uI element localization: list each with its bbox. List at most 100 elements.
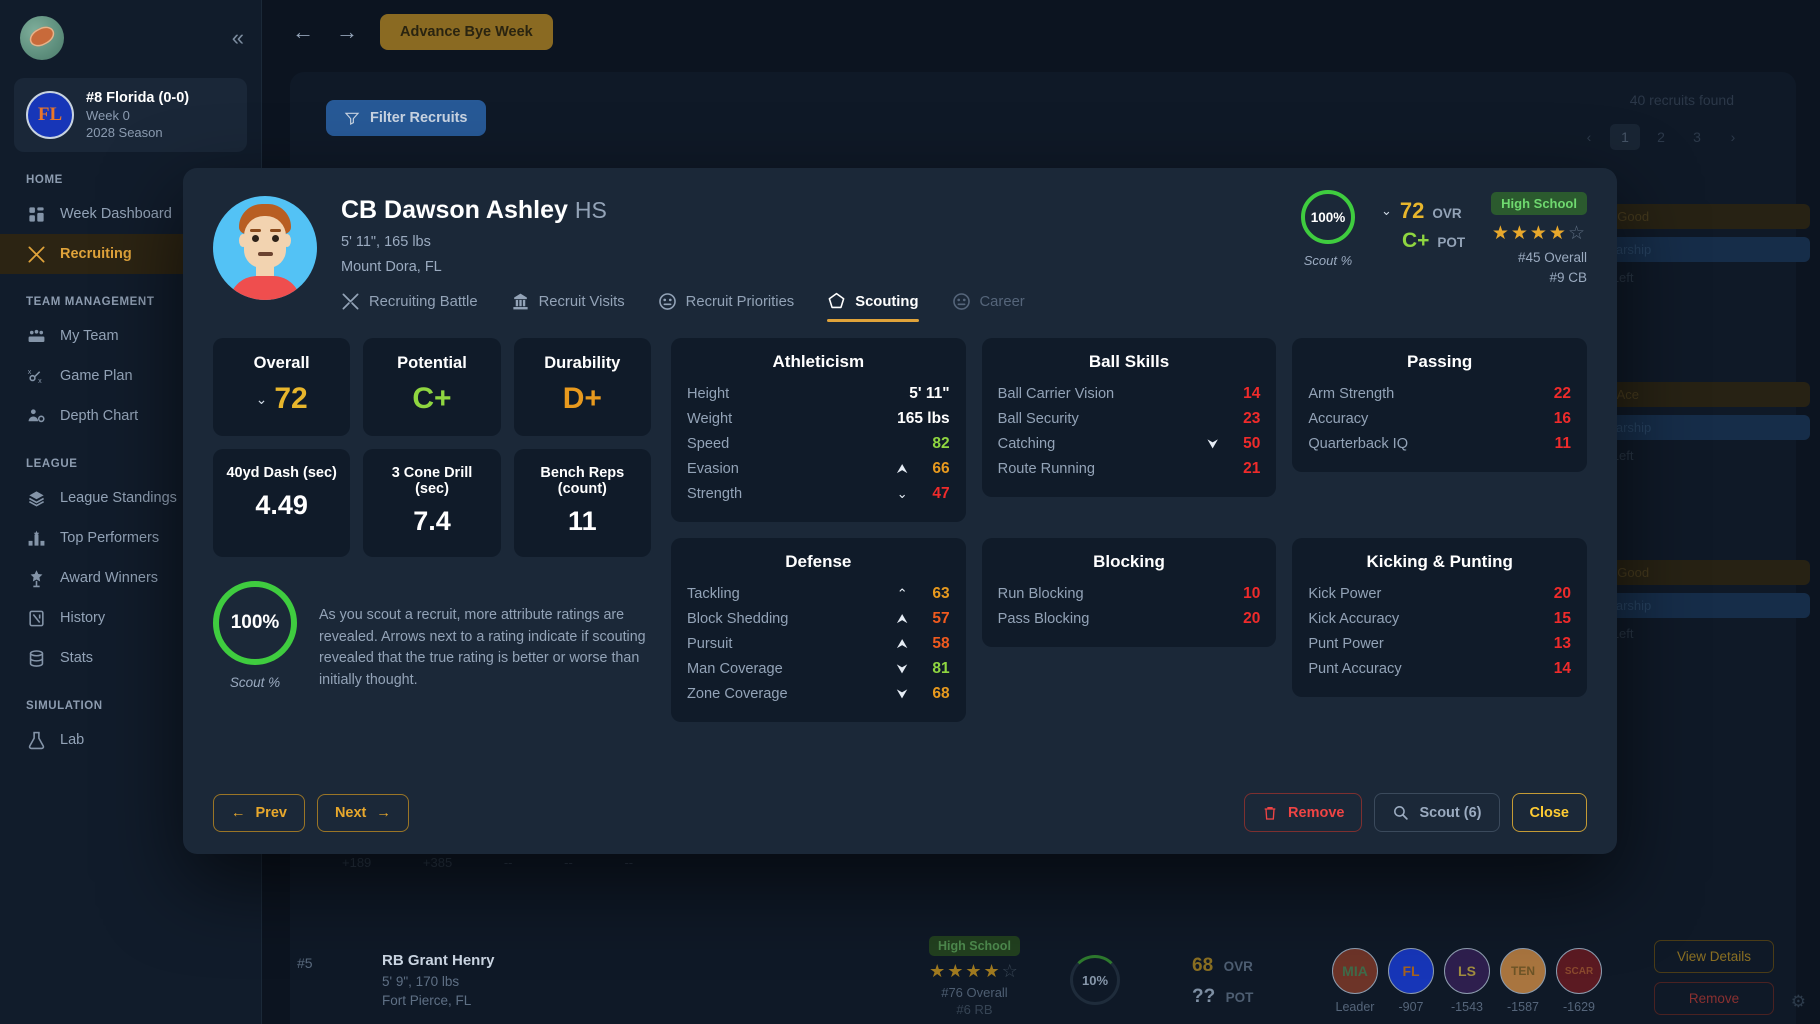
gear-icon[interactable]: ⚙ xyxy=(1791,992,1806,1012)
stat-card-durability-title: Durability xyxy=(544,354,621,372)
bg-row-size: 5' 9", 170 lbs xyxy=(382,974,460,989)
bg-row-badge: High School xyxy=(929,936,1020,956)
sidebar-label-lab: Lab xyxy=(60,732,85,748)
view-details-button[interactable]: View Details xyxy=(1654,940,1775,973)
attr-row: Catching ⮟ 50 xyxy=(998,431,1261,456)
header-ovr-label: OVR xyxy=(1432,206,1462,221)
points-delta-3: -- xyxy=(503,855,513,870)
header-ovr-pot: ⌄ 72 OVR C+ POT xyxy=(1381,190,1465,253)
bar-chart-icon xyxy=(26,528,46,548)
sidebar-label-recruiting: Recruiting xyxy=(60,246,132,262)
tab-recruit-visits[interactable]: Recruit Visits xyxy=(511,292,625,322)
bg-row-ovr-label: OVR xyxy=(1223,959,1253,974)
arrow-up-double-icon: ⮝ xyxy=(896,461,908,476)
attr-name: Accuracy xyxy=(1308,410,1369,427)
sidebar-label-depth-chart: Depth Chart xyxy=(60,408,139,424)
modal-body: Overall ⌄ 72 Potential C+ Durability D+ xyxy=(183,322,1617,722)
page-1[interactable]: 1 xyxy=(1610,124,1640,150)
attr-title-kicking-punting: Kicking & Punting xyxy=(1366,552,1513,571)
page-3[interactable]: 3 xyxy=(1682,124,1712,150)
arrow-left-icon[interactable]: ← xyxy=(292,19,314,45)
modal-header: CB Dawson Ashley HS 5' 11", 165 lbs Moun… xyxy=(183,168,1617,322)
bg-row-player: RB Grant Henry 5' 9", 170 lbs Fort Pierc… xyxy=(382,952,495,1008)
stat-card-overall-value-wrap: ⌄ 72 xyxy=(223,382,340,416)
school-2: LS -1543 xyxy=(1444,948,1490,1014)
team-card[interactable]: FL #8 Florida (0-0) Week 0 2028 Season xyxy=(14,78,247,152)
attr-row: Ball Security 23 xyxy=(998,406,1261,431)
trash-icon xyxy=(1264,806,1276,820)
school-points-1: -907 xyxy=(1398,1000,1424,1014)
stat-card-overall-title: Overall xyxy=(253,354,310,372)
page-prev[interactable]: ‹ xyxy=(1574,124,1604,150)
filter-recruits-button[interactable]: Filter Recruits xyxy=(326,100,486,136)
bg-row-stars: ★★★★☆ xyxy=(929,961,1020,981)
tab-recruit-priorities[interactable]: Recruit Priorities xyxy=(658,292,794,322)
remove-label: Remove xyxy=(1288,804,1345,821)
page-2[interactable]: 2 xyxy=(1646,124,1676,150)
arrow-up-double-icon: ⮝ xyxy=(896,636,908,651)
star-rating: ★★★★☆ xyxy=(1491,223,1587,244)
overall-rank: #45 Overall xyxy=(1517,250,1587,265)
advance-bye-week-button[interactable]: Advance Bye Week xyxy=(380,14,553,50)
scout-label: Scout (6) xyxy=(1419,804,1482,821)
team-week: Week 0 xyxy=(86,108,130,123)
recruit-detail-modal: CB Dawson Ashley HS 5' 11", 165 lbs Moun… xyxy=(183,168,1617,854)
bg-row-schools: MIA Leader FL -907 LS -1543 TEN -1587 SC… xyxy=(1332,948,1602,1014)
arrow-up-double-icon: ⮝ xyxy=(896,611,908,626)
attr-value: 14 xyxy=(1243,384,1261,402)
arrow-down-double-icon: ⮟ xyxy=(896,686,908,701)
scout-percent-ring: 100% xyxy=(1300,190,1355,244)
top-bar: ← → Advance Bye Week xyxy=(262,0,1820,64)
close-button[interactable]: Close xyxy=(1511,793,1587,832)
shield-icon xyxy=(827,292,846,311)
layers-icon xyxy=(26,488,46,508)
attr-value: 58 xyxy=(932,634,950,652)
crossed-swords-icon xyxy=(341,292,360,311)
tab-recruiting-battle[interactable]: Recruiting Battle xyxy=(341,292,478,322)
next-button[interactable]: Next → xyxy=(316,793,409,832)
attr-row: Route Running 21 xyxy=(998,456,1261,481)
attr-name: Punt Accuracy xyxy=(1308,660,1402,677)
attr-row: Quarterback IQ 11 xyxy=(1308,431,1571,456)
combine-card-3cone-value: 7.4 xyxy=(413,506,451,536)
sidebar-label-league-standings: League Standings xyxy=(60,490,177,506)
school-0: MIA Leader xyxy=(1332,948,1378,1014)
arrow-right-icon[interactable]: → xyxy=(336,19,358,45)
stat-card-overall-value: 72 xyxy=(274,382,308,415)
chevron-double-left-icon[interactable]: « xyxy=(232,27,244,49)
prev-button[interactable]: ← Prev xyxy=(213,793,305,832)
bg-remove-button[interactable]: Remove xyxy=(1654,982,1775,1015)
chevron-down-icon[interactable]: ⌄ xyxy=(1381,203,1392,219)
school-logo-1: FL xyxy=(1388,948,1434,994)
filter-recruits-label: Filter Recruits xyxy=(370,110,468,126)
chevron-down-icon[interactable]: ⌄ xyxy=(256,391,268,408)
prev-label: Prev xyxy=(255,804,287,821)
attr-row: Pass Blocking 20 xyxy=(998,606,1261,631)
points-delta-2: +385 xyxy=(422,855,453,870)
arrow-left-icon: ← xyxy=(231,804,246,821)
sidebar-label-stats: Stats xyxy=(60,650,94,666)
attr-value: 63 xyxy=(932,584,950,602)
attr-value: 50 xyxy=(1243,434,1261,452)
status-badge: High School xyxy=(1491,192,1587,215)
pagination[interactable]: ‹ 1 2 3 › xyxy=(1574,124,1748,150)
points-delta-1: +189 xyxy=(342,855,372,870)
remove-button[interactable]: Remove xyxy=(1244,793,1363,832)
tab-scouting[interactable]: Scouting xyxy=(827,292,919,322)
attr-value: 22 xyxy=(1553,384,1571,402)
attr-row: Run Blocking 10 xyxy=(998,581,1261,606)
recruits-found-count: 40 recruits found xyxy=(1629,92,1734,108)
attr-name: Catching xyxy=(997,435,1056,452)
attr-row: Pursuit ⮝ 58 xyxy=(687,631,950,656)
scout-description: As you scout a recruit, more attribute r… xyxy=(319,607,646,689)
page-next[interactable]: › xyxy=(1718,124,1748,150)
school-logo-2: LS xyxy=(1444,948,1490,994)
combine-card-3cone: 3 Cone Drill (sec) 7.4 xyxy=(363,449,501,557)
bg-row-pot: ?? xyxy=(1192,986,1216,1007)
attr-row: Ball Carrier Vision 14 xyxy=(998,381,1261,406)
team-icon xyxy=(26,326,46,346)
tab-career[interactable]: Career xyxy=(952,292,1025,322)
scout-button[interactable]: Scout (6) xyxy=(1374,793,1500,832)
scout-meter-row: 100% Scout % As you scout a recruit, mor… xyxy=(213,581,651,692)
magnifier-icon xyxy=(1394,806,1409,820)
